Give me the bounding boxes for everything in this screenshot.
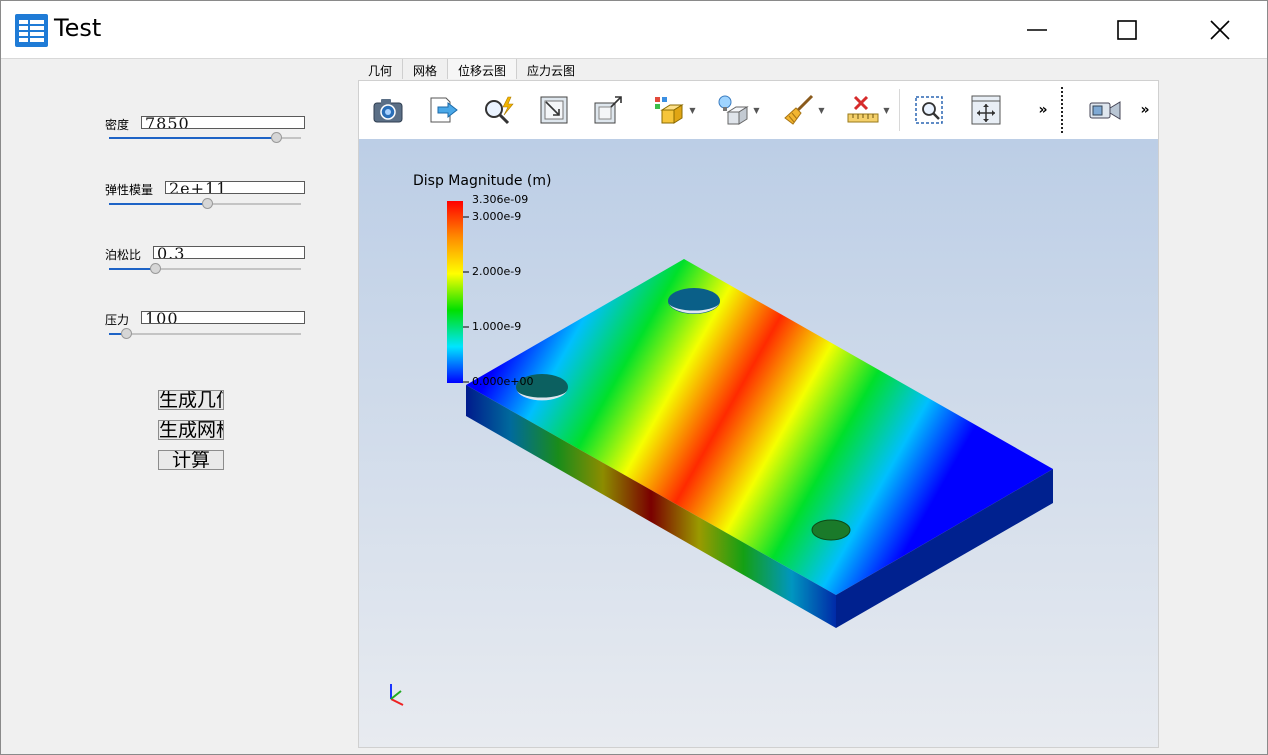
pressure-input[interactable]: 100 [141,311,305,324]
box-color-button[interactable]: ▼ [649,91,699,129]
maximize-button[interactable] [1081,1,1173,58]
export-icon [430,97,458,123]
tab-displacement[interactable]: 位移云图 [448,59,518,79]
camera-icon [373,99,403,123]
generate-geometry-button[interactable]: 生成几何 [158,390,224,410]
box-color-icon [655,97,685,124]
export-button[interactable] [427,91,461,129]
ruler-icon [847,95,879,123]
density-input[interactable]: 7850 [141,116,305,129]
minimize-button[interactable] [991,1,1083,58]
tab-geometry[interactable]: 几何 [358,59,404,79]
pressure-label: 压力 [105,313,130,327]
fit-view-button[interactable] [591,91,625,129]
maximize-icon [1117,19,1137,40]
poisson-ratio-input[interactable]: 0.3 [153,246,305,259]
poisson-ratio-slider-thumb[interactable] [150,263,162,274]
reset-view-button[interactable] [537,91,571,129]
colorbar-max-label: 3.306e-09 [472,193,529,206]
colorbar-tick-label: 0.000e+00 [472,375,534,388]
pan-button[interactable] [969,91,1003,129]
screenshot-button[interactable] [371,91,405,129]
colorbar-tick-label: 3.000e-9 [472,210,522,223]
density-label: 密度 [105,118,130,132]
tab-mesh[interactable]: 网格 [403,59,449,79]
elastic-modulus-label: 弹性模量 [105,183,154,197]
render-viewer: ▼ ▼ ▼ ▼ » » Disp Magnitude (m) 3.306e-09… [358,80,1159,748]
toolbar-overflow-button[interactable]: » [1033,91,1053,129]
poisson-ratio-label: 泊松比 [105,248,142,262]
colorbar-title: Disp Magnitude (m) [413,173,552,189]
reset-view-icon [540,96,568,124]
zoom-box-icon [915,96,943,124]
zoom-select-icon [485,96,514,125]
density-slider-thumb[interactable] [271,132,283,143]
measure-button[interactable]: ▼ [843,91,893,129]
fit-view-icon [594,96,622,124]
record-button[interactable] [1087,91,1123,129]
clear-button[interactable]: ▼ [779,91,829,129]
move-icon [971,95,1001,125]
compute-button[interactable]: 计算 [158,450,224,470]
overflow-icon: » [1140,102,1150,118]
app-grid-icon [15,14,48,47]
zoom-box-button[interactable] [913,91,947,129]
colorbar-tick-label: 2.000e-9 [472,265,522,278]
colorbar-tick-label: 1.000e-9 [472,320,522,333]
broom-icon [784,94,814,125]
elastic-modulus-slider[interactable] [109,198,303,210]
video-camera-icon [1089,101,1121,120]
pressure-slider-thumb[interactable] [121,328,133,339]
parameter-panel: 密度 7850 弹性模量 2e+11 泊松比 0.3 压力 100 生成几何 生… [1,59,356,754]
window-title: Test [54,14,102,42]
density-slider[interactable] [109,132,303,144]
pressure-slider[interactable] [109,328,303,340]
toolbar-separator [899,89,900,131]
app-window: Test 密度 7850 弹性模量 2e+11 泊松比 0.3 压力 100 生… [0,0,1268,755]
title-bar: Test [1,1,1267,59]
toolbar-overflow-button-2[interactable]: » [1137,91,1153,129]
light-icon [718,95,750,125]
elastic-modulus-input[interactable]: 2e+11 [165,181,305,194]
light-button[interactable]: ▼ [713,91,763,129]
viewer-toolbar: ▼ ▼ ▼ ▼ » » [359,81,1158,140]
view-tabs: 几何 网格 位移云图 应力云图 [358,59,585,79]
overflow-icon: » [1038,102,1048,118]
tab-stress[interactable]: 应力云图 [517,59,585,79]
minimize-icon [1027,28,1047,31]
close-icon [1210,19,1230,40]
poisson-ratio-slider[interactable] [109,263,303,275]
elastic-modulus-slider-thumb[interactable] [201,198,213,209]
close-button[interactable] [1174,1,1266,58]
toolbar-handle[interactable] [1061,87,1063,133]
zoom-select-button[interactable] [481,91,517,129]
colorbar-ramp [447,201,463,383]
generate-mesh-button[interactable]: 生成网格 [158,420,224,440]
render-scene[interactable] [359,139,1158,747]
